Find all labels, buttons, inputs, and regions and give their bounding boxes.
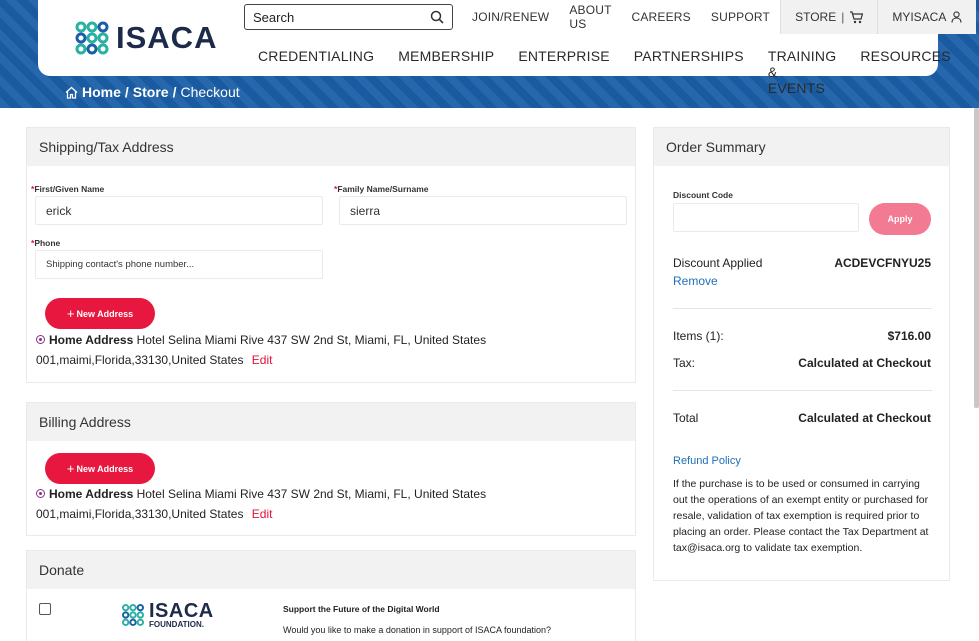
order-summary-title-bar: Order Summary [654, 128, 949, 166]
shipping-address-line1: Hotel Selina Miami Rive 437 SW 2nd St, M… [136, 333, 487, 347]
billing-panel-title: Billing Address [27, 403, 635, 441]
tax-label: Tax: [673, 356, 696, 370]
refund-policy-text: If the purchase is to be used or consume… [673, 478, 929, 554]
family-name-field[interactable] [339, 196, 627, 225]
first-name-input[interactable] [46, 203, 312, 218]
plus-icon: + [66, 306, 75, 321]
refund-policy-link[interactable]: Refund Policy [673, 455, 741, 467]
shipping-address-option[interactable]: Home Address Hotel Selina Miami Rive 437… [36, 330, 506, 370]
donate-panel: Donate ISACA FOUNDATION. Support the Fut… [26, 550, 636, 641]
shipping-panel-title: Shipping/Tax Address [27, 128, 635, 166]
breadcrumb-separator: / [124, 84, 129, 100]
new-billing-address-button[interactable]: + New Address [45, 453, 155, 484]
new-address-label: New Address [76, 308, 134, 319]
billing-panel: Billing Address + New Address Home Addre… [26, 402, 636, 536]
foundation-logo-sub: FOUNDATION. [149, 620, 204, 629]
user-icon [951, 11, 962, 23]
breadcrumb-separator: / [172, 84, 177, 100]
order-summary-panel: Order Summary Discount Code Apply Discou… [653, 127, 950, 581]
myisaca-label: MYISACA [892, 10, 947, 24]
donate-panel-title: Donate [27, 551, 635, 589]
nav-careers[interactable]: CAREERS [621, 10, 700, 24]
tax-value: Calculated at Checkout [798, 356, 931, 370]
family-name-input[interactable] [350, 203, 616, 218]
billing-address-title: Home Address [49, 487, 134, 501]
myisaca-link[interactable]: MYISACA [877, 0, 977, 34]
first-name-field[interactable] [35, 196, 323, 225]
billing-address-edit-link[interactable]: Edit [252, 507, 273, 521]
donate-title: Donate [39, 562, 85, 578]
billing-title: Billing Address [39, 414, 131, 430]
total-label: Total [673, 411, 699, 425]
header-card: ISACA JOIN/RENEW ABOUT US CAREERS SUPPOR… [38, 0, 977, 96]
donate-question: Would you like to make a donation in sup… [283, 625, 552, 635]
isaca-logo-mark-icon [75, 21, 109, 55]
shipping-panel: Shipping/Tax Address *First/Given Name *… [26, 127, 636, 383]
discount-code-input[interactable] [684, 210, 848, 225]
phone-label: *Phone [31, 238, 61, 248]
first-name-label: *First/Given Name [31, 184, 105, 194]
logo-text: ISACA [116, 20, 218, 55]
nav-membership[interactable]: MEMBERSHIP [398, 48, 494, 96]
apply-label: Apply [887, 214, 913, 224]
search-icon[interactable] [430, 10, 444, 24]
utility-nav: JOIN/RENEW ABOUT US CAREERS SUPPORT STOR… [462, 0, 977, 34]
billing-address-line1: Hotel Selina Miami Rive 437 SW 2nd St, M… [136, 487, 487, 501]
remove-discount-link[interactable]: Remove [673, 274, 718, 288]
donate-checkbox[interactable] [39, 603, 51, 615]
nav-training-events[interactable]: TRAINING & EVENTS [768, 48, 837, 96]
breadcrumb-home[interactable]: Home [82, 84, 121, 100]
nav-credentialing[interactable]: CREDENTIALING [258, 48, 374, 96]
billing-address-option[interactable]: Home Address Hotel Selina Miami Rive 437… [36, 484, 506, 524]
isaca-logo[interactable]: ISACA [74, 20, 217, 56]
apply-button[interactable]: Apply [869, 203, 931, 235]
order-summary-title: Order Summary [666, 139, 766, 155]
total-value: Calculated at Checkout [798, 411, 931, 425]
discount-code-label: Discount Code [673, 190, 733, 200]
summary-divider [673, 390, 932, 391]
foundation-logo-text: ISACA [149, 600, 214, 622]
isaca-foundation-mark-icon [122, 604, 144, 626]
main-nav: CREDENTIALING MEMBERSHIP ENTERPRISE PART… [258, 48, 975, 96]
discount-code-value: ACDEVCFNYU25 [834, 256, 931, 270]
summary-divider [673, 308, 932, 309]
phone-input[interactable] [46, 259, 312, 270]
search-input[interactable] [253, 9, 430, 25]
billing-address-radio[interactable] [36, 489, 45, 498]
discount-applied-label: Discount Applied [673, 256, 763, 270]
store-divider: | [841, 10, 845, 24]
home-icon [65, 86, 78, 99]
shipping-address-line2: 001,maimi,Florida,33130,United States [36, 353, 244, 367]
shipping-address-radio[interactable] [36, 335, 45, 344]
new-shipping-address-button[interactable]: + New Address [45, 298, 155, 329]
nav-enterprise[interactable]: ENTERPRISE [518, 48, 609, 96]
new-address-label: New Address [76, 463, 134, 474]
nav-about-us[interactable]: ABOUT US [559, 3, 621, 31]
breadcrumb-store[interactable]: Store [133, 84, 169, 100]
nav-join-renew[interactable]: JOIN/RENEW [462, 10, 559, 24]
plus-icon: + [66, 461, 75, 476]
family-name-label: *Family Name/Surname [334, 184, 429, 194]
items-value: $716.00 [887, 329, 931, 343]
store-label: STORE [795, 10, 837, 24]
phone-field[interactable] [35, 250, 323, 279]
nav-support[interactable]: SUPPORT [701, 10, 780, 24]
breadcrumb-current: Checkout [180, 84, 240, 100]
cart-icon [850, 10, 864, 23]
search-box[interactable] [244, 4, 453, 30]
shipping-address-edit-link[interactable]: Edit [252, 353, 273, 367]
shipping-title: Shipping/Tax Address [39, 139, 174, 155]
donate-heading: Support the Future of the Digital World [283, 604, 440, 614]
shipping-address-title: Home Address [49, 333, 134, 347]
nav-resources[interactable]: RESOURCES [860, 48, 950, 96]
discount-code-field[interactable] [673, 203, 859, 232]
items-label: Items (1): [673, 329, 724, 343]
isaca-foundation-logo: ISACA FOUNDATION. [121, 601, 214, 629]
nav-partnerships[interactable]: PARTNERSHIPS [634, 48, 744, 96]
breadcrumb: Home / Store / Checkout [65, 84, 240, 100]
store-link[interactable]: STORE | [780, 0, 878, 34]
page-scrollbar[interactable] [974, 108, 979, 408]
billing-address-line2: 001,maimi,Florida,33130,United States [36, 507, 244, 521]
